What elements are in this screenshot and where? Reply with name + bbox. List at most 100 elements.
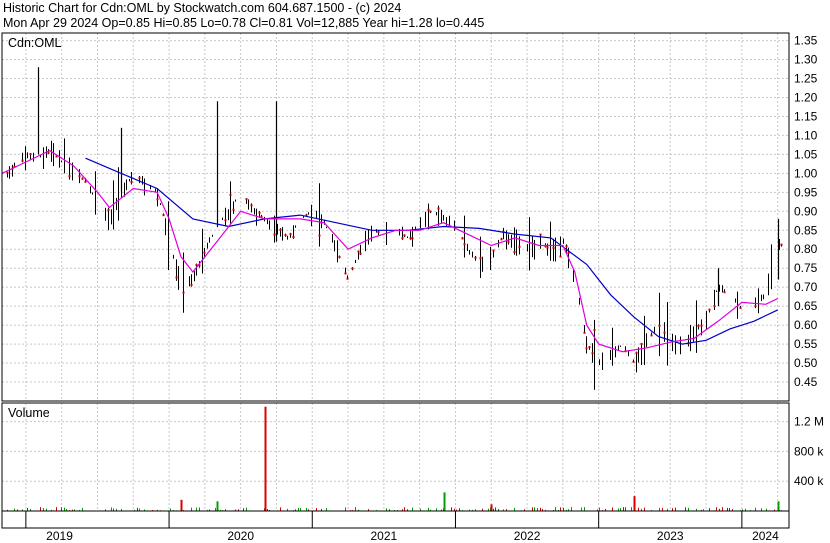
close-mark [591,352,594,355]
price-tick-label: 0.75 [794,261,818,275]
year-tick-label: 2019 [46,529,73,543]
close-mark [377,230,380,233]
close-mark [583,331,586,334]
close-mark [588,345,591,348]
close-mark [107,209,110,212]
close-mark [565,245,568,248]
close-mark [585,347,588,350]
close-mark [162,214,165,217]
close-mark [427,208,430,211]
close-mark [518,245,521,248]
close-mark [190,283,193,286]
price-tick-label: 1.05 [794,147,818,161]
price-tick-label: 1.10 [794,128,818,142]
price-tick-label: 0.90 [794,204,818,218]
close-mark [754,305,757,308]
price-tick-label: 1.20 [794,90,818,104]
price-tick-label: 1.15 [794,109,818,123]
close-mark [273,233,276,236]
axis-labels: 0.45 0.50 0.55 0.60 0.65 0.70 0.75 0.80 0.85 0.90… [8,34,824,543]
moving-average-long-line [85,157,778,345]
close-mark [708,308,711,311]
close-mark [700,324,703,327]
close-mark [351,267,354,270]
close-mark [292,236,295,239]
close-mark [437,207,440,210]
volume-bars [7,406,782,511]
close-mark [713,305,716,308]
close-mark [429,210,432,213]
price-tick-label: 0.65 [794,299,818,313]
close-mark [29,153,32,156]
close-mark [461,237,464,240]
close-mark [632,360,635,363]
price-tick-label: 1.00 [794,166,818,180]
close-mark [552,246,555,249]
close-marks [6,151,783,363]
close-mark [409,237,412,240]
price-tick-label: 0.50 [794,356,818,370]
panel-frames [1,32,790,529]
close-mark [245,198,248,201]
close-mark [21,159,24,162]
price-tick-label: 0.85 [794,223,818,237]
close-mark [130,180,133,183]
price-tick-label: 1.30 [794,53,818,67]
price-tick-label: 0.70 [794,280,818,294]
close-mark [224,219,227,222]
close-mark [635,351,638,354]
volume-panel-frame [1,402,790,512]
volume-tick-label: 800 k [794,444,824,458]
close-mark [284,234,287,237]
price-gridlines [2,33,789,401]
close-mark [182,291,185,294]
close-mark [344,272,347,275]
close-mark [559,255,562,258]
close-mark [279,228,282,231]
price-tick-label: 0.55 [794,337,818,351]
close-mark [474,256,477,259]
close-mark [203,251,206,254]
volume-tick-label: 400 k [794,474,824,488]
close-mark [723,291,726,294]
close-mark [780,243,783,246]
close-mark [463,243,466,246]
symbol-label: Cdn:OML [8,36,62,50]
close-mark [229,193,232,196]
close-mark [156,198,159,201]
price-bars [7,67,782,390]
close-mark [175,276,178,279]
price-panel-frame [1,32,790,402]
stock-chart: 0.45 0.50 0.55 0.60 0.65 0.70 0.75 0.80 0.85 0.90… [1,32,824,543]
price-tick-label: 1.35 [794,34,818,48]
close-mark [513,250,516,253]
close-mark [403,234,406,237]
volume-tick-label: 1.2 M [794,415,824,429]
time-axis-frame [1,510,790,529]
close-mark [492,249,495,252]
close-mark [593,329,596,332]
close-mark [650,334,653,337]
close-mark [663,331,666,334]
close-mark [258,211,261,214]
close-mark [479,257,482,260]
close-mark [640,342,643,345]
close-mark [739,306,742,309]
close-mark [318,234,321,237]
close-mark [250,204,253,207]
close-mark [658,324,661,327]
close-mark [500,238,503,241]
close-mark [232,208,235,211]
price-tick-label: 0.60 [794,318,818,332]
close-mark [546,246,549,249]
close-mark [78,175,81,178]
close-mark [401,237,404,240]
close-mark [697,324,700,327]
close-mark [289,233,292,236]
close-mark [338,256,341,259]
close-mark [346,277,349,280]
close-mark [6,171,9,174]
close-mark [539,233,542,236]
close-mark [68,175,71,178]
close-mark [357,250,360,253]
